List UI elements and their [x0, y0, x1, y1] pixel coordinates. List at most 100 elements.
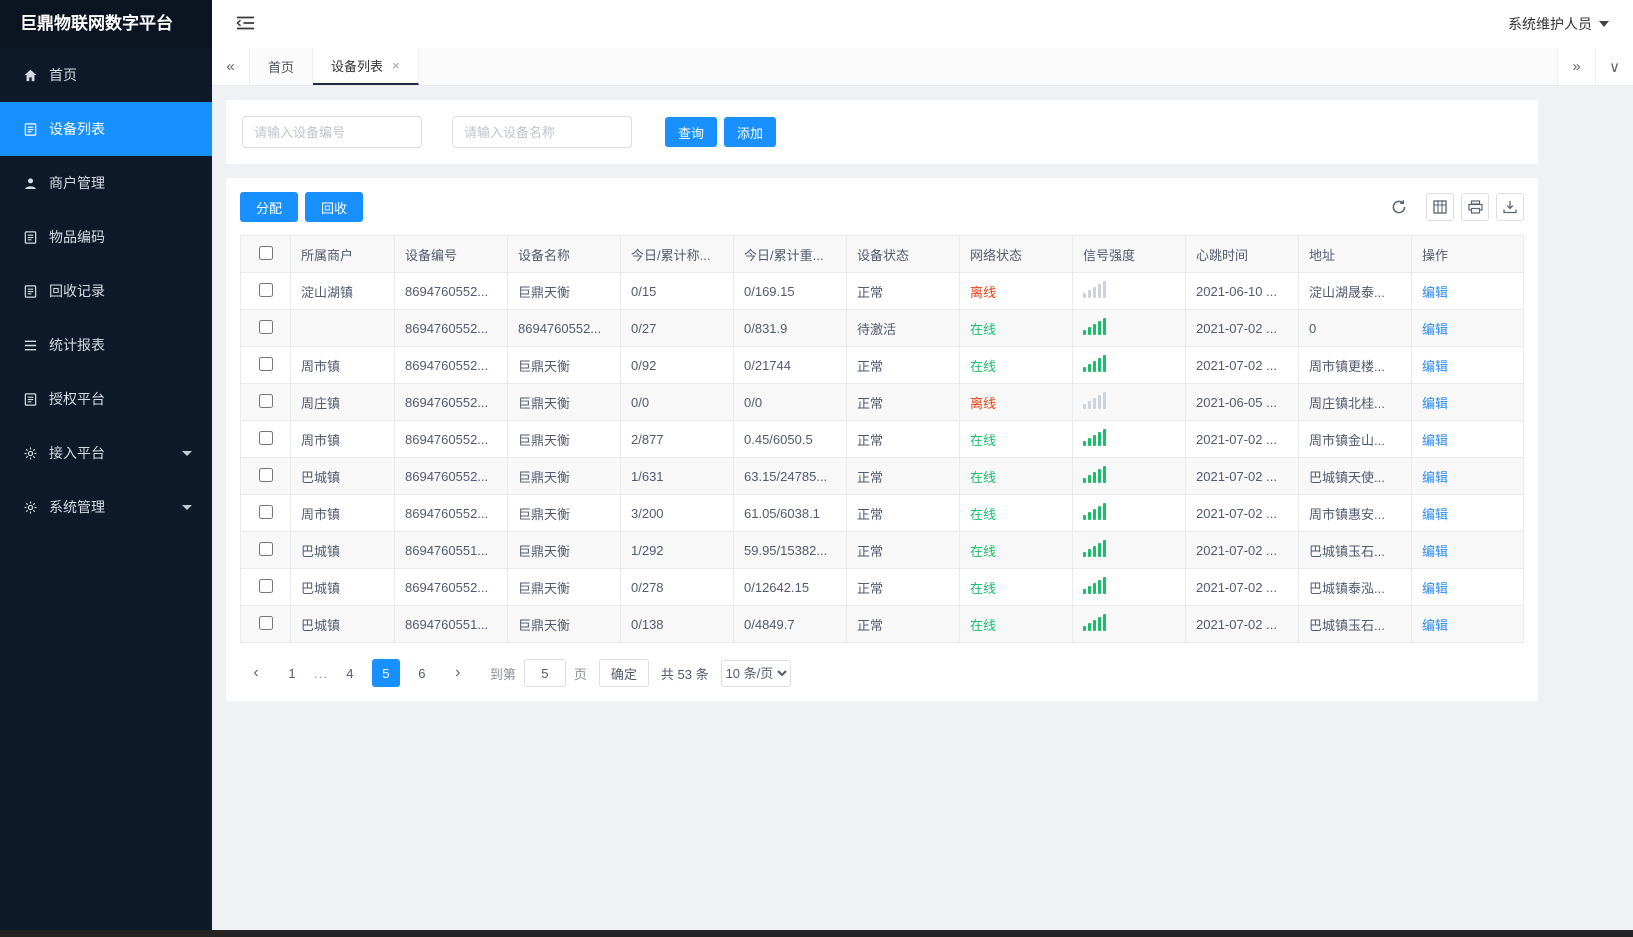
cell-device-name: 巨鼎天衡 — [507, 568, 621, 606]
cell-device-no: 8694760551... — [394, 531, 508, 569]
device-no-input[interactable] — [242, 116, 422, 148]
tab-0[interactable]: 首页 — [250, 48, 314, 85]
page-button-6[interactable]: 6 — [408, 659, 436, 687]
row-checkbox[interactable] — [258, 282, 273, 297]
table-row: 巴城镇 8694760552... 巨鼎天衡 1/631 63.15/24785... 正… — [240, 457, 1524, 495]
edit-link[interactable]: 编辑 — [1422, 544, 1448, 559]
edit-link[interactable]: 编辑 — [1422, 322, 1448, 337]
sidebar-item-label: 设备列表 — [49, 121, 105, 137]
tab-1[interactable]: 设备列表 × — [313, 48, 419, 85]
signal-strength-icon — [1083, 577, 1108, 594]
checkbox-cell — [240, 346, 291, 384]
user-menu[interactable]: 系统维护人员 — [1508, 14, 1609, 34]
cell-address: 周市镇更楼... — [1298, 346, 1412, 384]
edit-link[interactable]: 编辑 — [1422, 581, 1448, 596]
row-checkbox[interactable] — [258, 504, 273, 519]
page-button-5[interactable]: 5 — [371, 659, 400, 687]
device-name-input[interactable] — [452, 116, 632, 148]
checkbox-cell — [240, 568, 291, 606]
chevron-down-icon — [182, 451, 192, 456]
row-checkbox[interactable] — [258, 393, 273, 408]
edit-link[interactable]: 编辑 — [1422, 433, 1448, 448]
row-checkbox[interactable] — [258, 467, 273, 482]
signal-strength-icon — [1083, 392, 1108, 409]
sidebar-item-recycle-records[interactable]: 回收记录 — [0, 264, 212, 318]
gear-icon — [22, 445, 38, 461]
cell-action: 编辑 — [1411, 494, 1524, 532]
edit-link[interactable]: 编辑 — [1422, 618, 1448, 633]
edit-link[interactable]: 编辑 — [1422, 359, 1448, 374]
row-checkbox[interactable] — [258, 319, 273, 334]
app-title: 巨鼎物联网数字平台 — [0, 0, 212, 48]
sidebar-item-device-list[interactable]: 设备列表 — [0, 102, 212, 156]
column-header: 信号强度 — [1072, 235, 1186, 273]
sidebar-item-authorization-platform[interactable]: 授权平台 — [0, 372, 212, 426]
next-page-button[interactable]: › — [444, 659, 472, 687]
close-icon[interactable]: × — [392, 58, 400, 73]
signal-strength-icon — [1083, 614, 1108, 631]
table-row: 周市镇 8694760552... 巨鼎天衡 3/200 61.05/6038.1 正常在… — [240, 494, 1524, 532]
goto-page-input[interactable] — [523, 659, 566, 687]
recycle-button[interactable]: 回收 — [305, 192, 364, 222]
export-icon[interactable] — [1496, 193, 1524, 221]
cell-action: 编辑 — [1411, 272, 1524, 310]
sidebar-item-statistics-report[interactable]: 统计报表 — [0, 318, 212, 372]
sidebar-collapse-button[interactable] — [236, 15, 255, 34]
row-checkbox[interactable] — [258, 541, 273, 556]
query-button[interactable]: 查询 — [665, 117, 718, 147]
sidebar-item-item-coding[interactable]: 物品编码 — [0, 210, 212, 264]
cell-heartbeat: 2021-07-02 ... — [1185, 568, 1299, 606]
row-checkbox[interactable] — [258, 430, 273, 445]
device-table-panel: 分配 回收 所属商户 设备编号 设备名称 今日/累计称... 今日/累计重...… — [226, 178, 1538, 701]
print-icon[interactable] — [1461, 193, 1489, 221]
cell-device-no: 8694760552... — [394, 272, 508, 310]
cell-merchant: 巴城镇 — [290, 605, 395, 643]
chevron-down-icon — [182, 505, 192, 510]
page-button-4[interactable]: 4 — [336, 659, 364, 687]
table-toolbar: 分配 回收 — [240, 192, 1524, 222]
tabs-scroll-left-button[interactable]: « — [212, 48, 250, 85]
tabs-menu-button[interactable]: ∨ — [1595, 48, 1633, 85]
document-icon — [22, 229, 38, 245]
cell-signal — [1072, 346, 1186, 384]
column-header: 网络状态 — [959, 235, 1073, 273]
edit-link[interactable]: 编辑 — [1422, 285, 1448, 300]
add-button[interactable]: 添加 — [724, 117, 777, 147]
sidebar-item-system-management[interactable]: 系统管理 — [0, 480, 212, 534]
cell-today-weight: 59.95/15382... — [733, 531, 847, 569]
signal-strength-icon — [1083, 503, 1108, 520]
page-button-1[interactable]: 1 — [278, 659, 306, 687]
column-grid-icon[interactable] — [1426, 193, 1454, 221]
row-checkbox[interactable] — [258, 615, 273, 630]
sidebar-item-merchant-management[interactable]: 商户管理 — [0, 156, 212, 210]
edit-link[interactable]: 编辑 — [1422, 507, 1448, 522]
main-area: 系统维护人员 « 首页 设备列表 × » ∨ 查询 添加 分配 — [212, 0, 1633, 937]
cell-device-no: 8694760552... — [394, 346, 508, 384]
cell-today-weight: 0/0 — [733, 383, 847, 421]
cell-device-status: 正常 — [846, 383, 960, 421]
cell-device-status: 待激活 — [846, 309, 960, 347]
table-head-row: 所属商户 设备编号 设备名称 今日/累计称... 今日/累计重... 设备状态 网络状态 信号… — [240, 235, 1524, 273]
page-size-select[interactable]: 10 条/页 — [720, 659, 791, 687]
confirm-button[interactable]: 确定 — [598, 659, 649, 687]
allocate-button[interactable]: 分配 — [240, 192, 299, 222]
edit-link[interactable]: 编辑 — [1422, 396, 1448, 411]
signal-strength-icon — [1083, 355, 1108, 372]
refresh-icon[interactable] — [1385, 193, 1413, 221]
cell-device-no: 8694760552... — [394, 383, 508, 421]
tabbar: « 首页 设备列表 × » ∨ — [212, 48, 1633, 86]
row-checkbox[interactable] — [258, 356, 273, 371]
sidebar-item-access-platform[interactable]: 接入平台 — [0, 426, 212, 480]
column-header: 所属商户 — [290, 235, 395, 273]
cell-today-weight: 0/21744 — [733, 346, 847, 384]
cell-merchant: 周庄镇 — [290, 383, 395, 421]
chevron-down-icon — [1599, 21, 1609, 27]
table-row: 巴城镇 8694760552... 巨鼎天衡 0/278 0/12642.15 正常 在线 2… — [240, 568, 1524, 606]
select-all-checkbox[interactable] — [258, 245, 273, 260]
edit-link[interactable]: 编辑 — [1422, 470, 1448, 485]
sidebar-item-home[interactable]: 首页 — [0, 48, 212, 102]
row-checkbox[interactable] — [258, 578, 273, 593]
tabs-scroll-right-button[interactable]: » — [1557, 48, 1595, 85]
cell-signal — [1072, 457, 1186, 495]
prev-page-button[interactable]: ‹ — [242, 659, 270, 687]
